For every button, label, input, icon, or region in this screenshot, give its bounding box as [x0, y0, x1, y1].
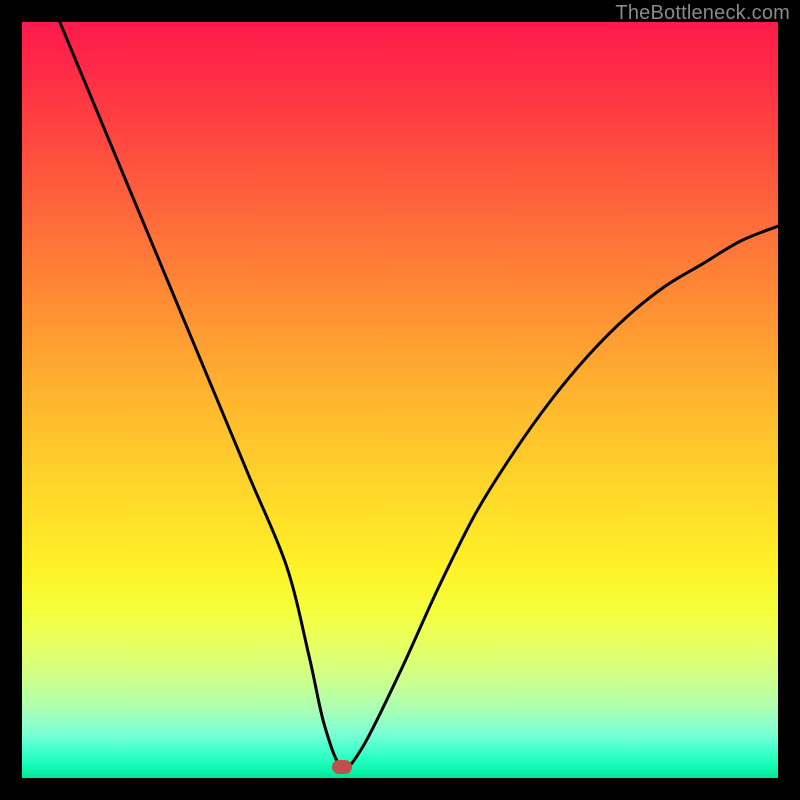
chart-frame: TheBottleneck.com	[0, 0, 800, 800]
curve-path	[60, 22, 778, 768]
plot-area	[22, 22, 778, 778]
bottleneck-curve	[22, 22, 778, 778]
optimal-point-marker	[332, 760, 352, 774]
